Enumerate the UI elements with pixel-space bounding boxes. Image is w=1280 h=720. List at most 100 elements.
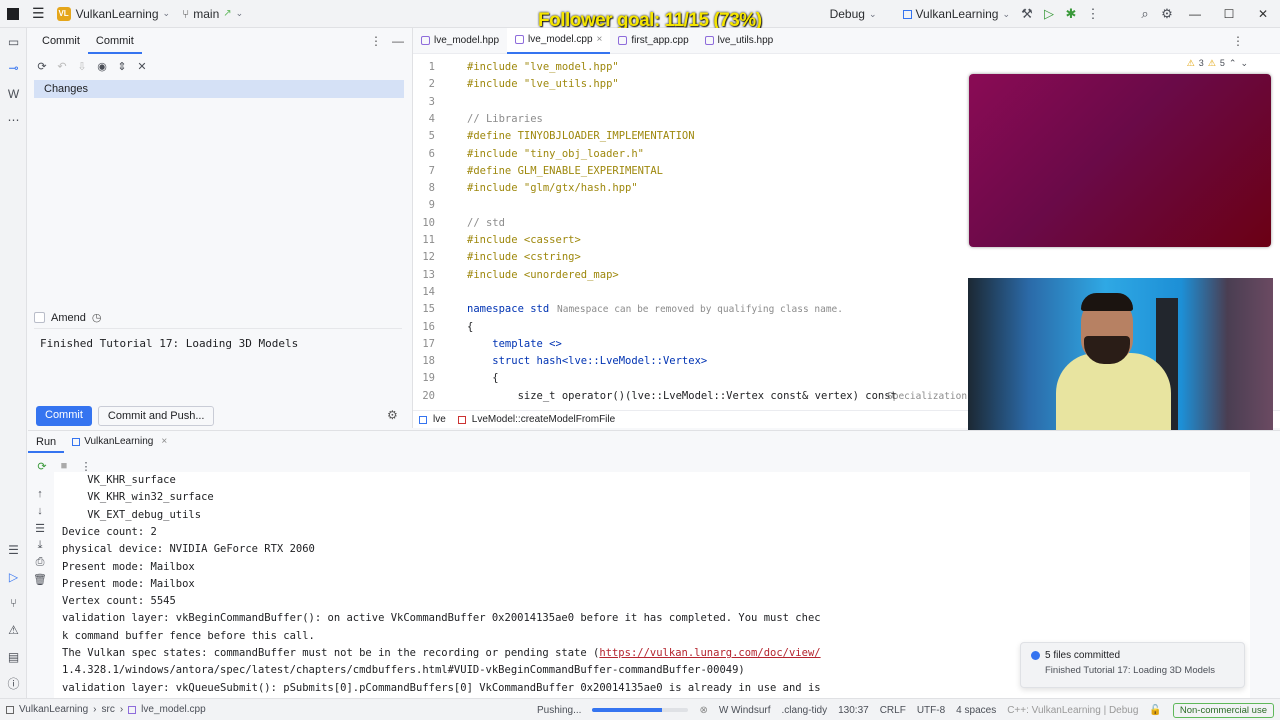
line-number[interactable]: 12	[413, 249, 435, 266]
file-encoding[interactable]: UTF-8	[917, 705, 945, 716]
path-project[interactable]: VulkanLearning	[19, 704, 88, 715]
print-icon[interactable]: ⎙	[32, 554, 48, 570]
close-button[interactable]: ✕	[1246, 0, 1280, 28]
run-config-selector[interactable]: Debug ⌄	[824, 0, 883, 28]
windsurf-status[interactable]: W Windsurf	[719, 705, 771, 716]
line-number[interactable]: 1	[413, 59, 435, 76]
debug-bug-icon[interactable]: ✱	[1060, 3, 1082, 25]
line-number[interactable]: 7	[413, 163, 435, 180]
line-number[interactable]: 8	[413, 180, 435, 197]
run-tab-vulkanlearning[interactable]: VulkanLearning ×	[64, 436, 175, 447]
line-number[interactable]: 15	[413, 301, 435, 318]
line-number[interactable]: 6	[413, 146, 435, 163]
editor-tab[interactable]: first_app.cpp	[610, 28, 696, 54]
hide-panel-icon[interactable]: —	[392, 34, 404, 48]
show-diff-icon[interactable]: ◉	[94, 58, 110, 74]
license-badge[interactable]: Non-commercial use	[1172, 702, 1274, 718]
more-options-icon[interactable]: ⋮	[1082, 3, 1104, 25]
indent-setting[interactable]: 4 spaces	[956, 705, 996, 716]
commit-and-push-button[interactable]: Commit and Push...	[97, 406, 215, 426]
run-title[interactable]: Run	[28, 431, 65, 453]
trash-icon[interactable]: 🗑	[32, 571, 48, 587]
chevron-down-icon: ⌄	[868, 8, 877, 19]
line-number[interactable]: 3	[413, 94, 435, 111]
rerun-icon[interactable]: ⟳	[34, 458, 50, 474]
arrow-up-icon[interactable]: ↑	[32, 486, 48, 502]
problems-icon[interactable]: ⚠	[5, 621, 22, 638]
breadcrumb-namespace[interactable]: lve	[433, 414, 446, 425]
line-number[interactable]: 19	[413, 370, 435, 387]
project-folder-icon[interactable]: ▭	[5, 33, 22, 50]
line-ending[interactable]: CRLF	[880, 705, 906, 716]
build-hammer-icon[interactable]: ⚒	[1016, 3, 1038, 25]
commit-message-input[interactable]: Finished Tutorial 17: Loading 3D Models	[34, 328, 402, 400]
gear-icon[interactable]: ⚙	[1156, 3, 1178, 25]
commit-button[interactable]: Commit	[36, 406, 92, 426]
editor-tab[interactable]: lve_utils.hpp	[697, 28, 782, 54]
close-icon[interactable]: ×	[597, 34, 603, 45]
code-line[interactable]: 12 #include <cstring>	[413, 249, 1273, 266]
soft-wrap-icon[interactable]: ☰	[32, 520, 48, 536]
line-number[interactable]: 20	[413, 388, 435, 405]
code-context[interactable]: C++: VulkanLearning | Debug	[1007, 705, 1138, 716]
windsurf-icon[interactable]: W	[5, 85, 22, 102]
commit-notification[interactable]: 5 files committed Finished Tutorial 17: …	[1020, 642, 1245, 688]
line-number[interactable]: 17	[413, 336, 435, 353]
git-icon[interactable]: ⑂	[5, 594, 22, 611]
branch-selector[interactable]: ⑂ main ↗ ⌄	[176, 0, 249, 28]
project-name: VulkanLearning	[75, 6, 159, 21]
terminal-icon[interactable]: ▤	[5, 648, 22, 665]
project-selector[interactable]: VL VulkanLearning ⌄	[51, 0, 177, 28]
line-number[interactable]: 9	[413, 197, 435, 214]
run-icon[interactable]: ▷	[5, 568, 22, 585]
changes-node[interactable]: Changes	[34, 80, 404, 98]
shelve-icon[interactable]: ⇩	[74, 58, 90, 74]
tab-commit[interactable]: Commit	[87, 28, 142, 54]
more-options-icon[interactable]: ⋮	[370, 34, 382, 48]
lock-icon[interactable]: 🔓	[1149, 705, 1161, 716]
collapse-all-icon[interactable]: ✕	[134, 58, 150, 74]
cursor-position[interactable]: 130:37	[838, 705, 869, 716]
arrow-down-icon[interactable]: ↓	[32, 503, 48, 519]
path-file[interactable]: lve_model.cpp	[141, 704, 205, 715]
more-tabs-icon[interactable]: ⋮	[1232, 34, 1244, 48]
refresh-icon[interactable]: ⟳	[34, 58, 50, 74]
editor-tab[interactable]: lve_model.hpp	[413, 28, 507, 54]
minimize-button[interactable]: —	[1178, 0, 1212, 28]
line-number[interactable]: 2	[413, 76, 435, 93]
settings-gear-icon[interactable]: ⚙	[387, 408, 398, 422]
expand-all-icon[interactable]: ⇕	[114, 58, 130, 74]
target-icon	[902, 9, 912, 19]
line-number[interactable]: 18	[413, 353, 435, 370]
amend-checkbox[interactable]	[34, 312, 45, 323]
clang-tidy-status[interactable]: .clang-tidy	[782, 705, 828, 716]
line-number[interactable]: 5	[413, 128, 435, 145]
more-tools-icon[interactable]: ⋯	[5, 111, 22, 128]
path-folder[interactable]: src	[101, 704, 114, 715]
line-number[interactable]: 14	[413, 284, 435, 301]
breadcrumb-method[interactable]: LveModel::createModelFromFile	[472, 414, 615, 425]
chevron-down-icon: ⌄	[235, 8, 244, 18]
search-icon[interactable]: ⌕	[1134, 3, 1156, 25]
line-number[interactable]: 4	[413, 111, 435, 128]
main-menu-button[interactable]	[0, 0, 26, 28]
target-selector[interactable]: VulkanLearning ⌄	[897, 0, 1017, 28]
info-icon[interactable]: ⓘ	[5, 675, 22, 692]
cancel-push-icon[interactable]: ⊗	[699, 705, 707, 716]
scroll-to-end-icon[interactable]: ⤓	[32, 537, 48, 553]
method-icon	[457, 415, 466, 424]
line-number[interactable]: 10	[413, 215, 435, 232]
commit-icon[interactable]: ⊸	[5, 59, 22, 76]
structure-icon[interactable]: ☰	[5, 541, 22, 558]
run-play-icon[interactable]: ▷	[1038, 3, 1060, 25]
history-icon[interactable]: ◷	[92, 311, 102, 324]
doc-link[interactable]: https://vulkan.lunarg.com/doc/view/	[599, 647, 820, 659]
editor-tab[interactable]: lve_model.cpp ×	[507, 27, 611, 54]
close-icon[interactable]: ×	[161, 436, 167, 447]
line-number[interactable]: 16	[413, 319, 435, 336]
hamburger-menu-button[interactable]: ☰	[26, 0, 51, 28]
rollback-icon[interactable]: ↶	[54, 58, 70, 74]
line-number[interactable]: 13	[413, 267, 435, 284]
maximize-button[interactable]: ☐	[1212, 0, 1246, 28]
line-number[interactable]: 11	[413, 232, 435, 249]
